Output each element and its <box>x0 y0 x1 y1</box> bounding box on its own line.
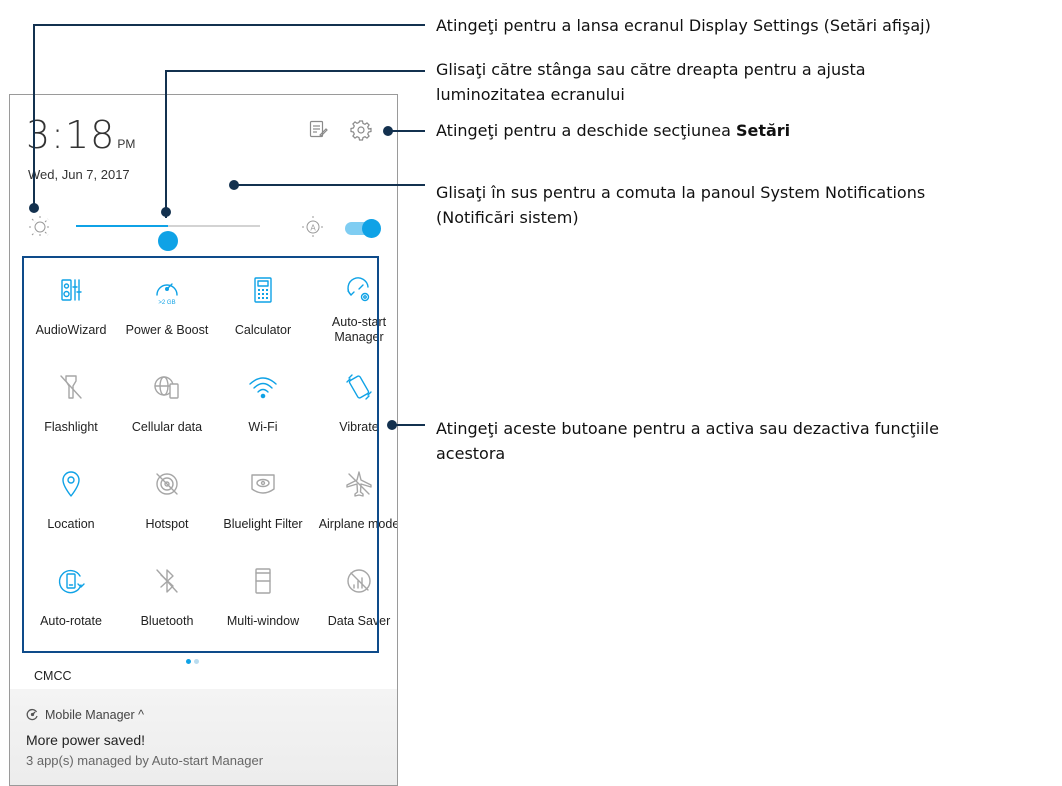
auto-brightness-icon[interactable]: A <box>301 215 325 244</box>
page-indicator <box>186 651 202 669</box>
clock: 3:18 PM <box>26 113 135 157</box>
clock-ampm: PM <box>117 137 136 151</box>
gear-icon[interactable] <box>350 119 372 146</box>
callout-dot-settings <box>383 126 393 136</box>
callout-brightness-line2: luminozitatea ecranului <box>436 85 625 104</box>
sun-icon <box>28 215 52 244</box>
callout-toggles: Atingeţi aceste butoane pentru a activa … <box>436 416 939 466</box>
brightness-slider-fill <box>76 225 168 227</box>
brightness-slider-thumb[interactable] <box>158 231 178 251</box>
toggles-highlight-box <box>22 256 379 653</box>
callout-brightness-line1: Glisaţi către stânga sau către dreapta p… <box>436 60 866 79</box>
callout-toggles-line1: Atingeţi aceste butoane pentru a activa … <box>436 419 939 438</box>
callout-notifications: Glisaţi în sus pentru a comuta la panoul… <box>436 180 925 230</box>
brightness-slider[interactable] <box>76 225 260 251</box>
notification-card[interactable]: Mobile Manager ^ More power saved! 3 app… <box>10 689 397 785</box>
notes-edit-icon[interactable] <box>308 119 328 144</box>
notification-app-row: Mobile Manager ^ <box>26 708 144 724</box>
brightness-row: A <box>10 210 397 251</box>
callout-settings-bold: Setări <box>735 121 791 140</box>
notification-title: More power saved! <box>26 732 146 748</box>
callout-notifications-line1: Glisaţi în sus pentru a comuta la panoul… <box>436 183 926 202</box>
callout-settings-text: Atingeţi pentru a deschide secţiunea <box>436 121 736 140</box>
callout-toggles-line2: acestora <box>436 444 506 463</box>
callout-dot-toggles <box>387 420 397 430</box>
callout-dot-display <box>29 203 39 213</box>
notification-app-name: Mobile Manager ^ <box>45 708 144 722</box>
carrier-label: CMCC <box>34 669 72 683</box>
callout-brightness: Glisaţi către stânga sau către dreapta p… <box>436 57 866 107</box>
callout-display-settings: Atingeţi pentru a lansa ecranul Display … <box>436 16 931 35</box>
clock-time: 3:18 <box>26 113 116 157</box>
notification-text: 3 app(s) managed by Auto-start Manager <box>26 753 264 768</box>
svg-text:A: A <box>310 224 316 233</box>
date-label: Wed, Jun 7, 2017 <box>28 167 130 182</box>
callout-dot-notifications <box>229 180 239 190</box>
auto-brightness-toggle[interactable] <box>345 219 381 238</box>
callout-settings: Atingeţi pentru a deschide secţiunea Set… <box>436 118 790 143</box>
callout-dot-brightness <box>161 207 171 217</box>
mobile-manager-icon <box>26 708 39 724</box>
callout-notifications-line2: (Notificări sistem) <box>436 208 579 227</box>
